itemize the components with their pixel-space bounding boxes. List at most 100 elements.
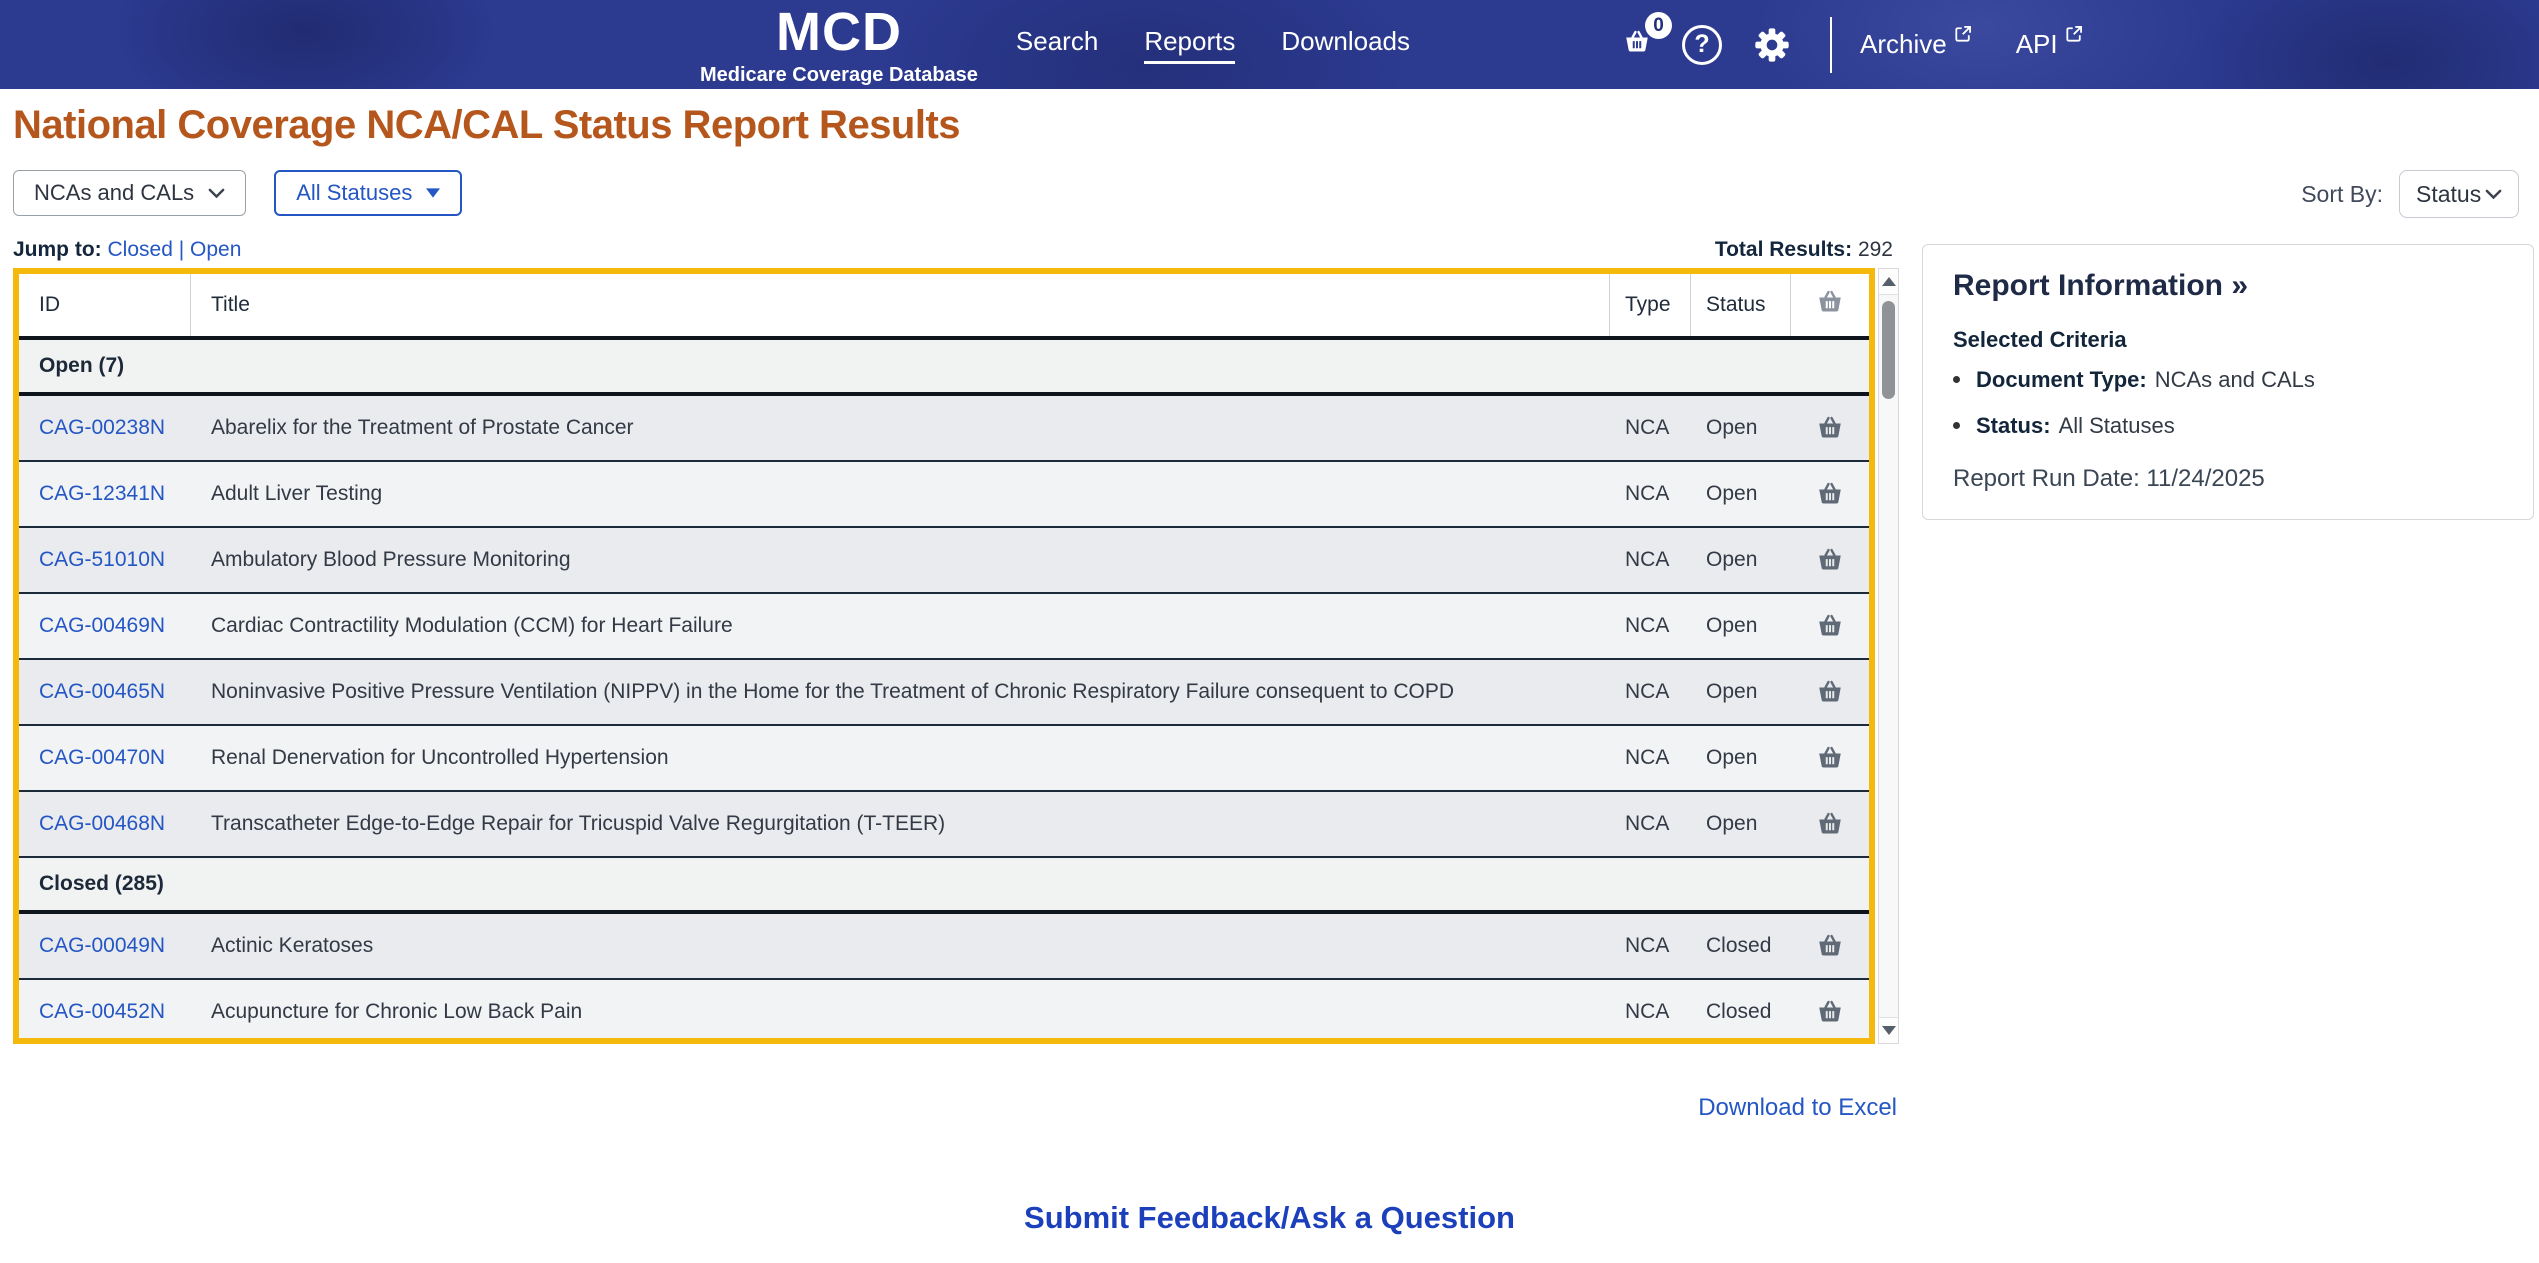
column-header-basket[interactable] bbox=[1791, 274, 1869, 336]
jump-to-closed-link[interactable]: Closed bbox=[108, 238, 173, 261]
download-to-excel-link[interactable]: Download to Excel bbox=[1698, 1094, 1897, 1122]
status-cell: Open bbox=[1706, 812, 1758, 835]
status-cell: Open bbox=[1706, 548, 1758, 571]
table-body: Open (7) CAG-00238N Abarelix for the Treat… bbox=[19, 340, 1869, 1038]
nav-link-api[interactable]: API bbox=[2015, 26, 2083, 60]
add-to-basket-button[interactable] bbox=[1791, 612, 1869, 640]
title-cell: Noninvasive Positive Pressure Ventilatio… bbox=[211, 680, 1455, 703]
table-row: CAG-12341N Adult Liver Testing NCA Open bbox=[19, 462, 1869, 528]
column-header-type[interactable]: Type bbox=[1610, 274, 1691, 336]
nav-icons: 0 ? bbox=[1622, 12, 1792, 65]
submit-feedback-link[interactable]: Submit Feedback/Ask a Question bbox=[1024, 1200, 1515, 1235]
document-id-link[interactable]: CAG-00470N bbox=[39, 746, 165, 769]
status-cell: Open bbox=[1706, 482, 1758, 505]
nav-external-links: Archive API bbox=[1860, 26, 2083, 60]
nav-links: Search Reports Downloads bbox=[1016, 26, 1410, 64]
table-row: CAG-00468N Transcatheter Edge-to-Edge Rep… bbox=[19, 792, 1869, 858]
document-type-dropdown[interactable]: NCAs and CALs bbox=[13, 170, 247, 216]
jump-to-open-link[interactable]: Open bbox=[190, 238, 241, 261]
column-header-status[interactable]: Status bbox=[1691, 274, 1791, 336]
title-cell: Transcatheter Edge-to-Edge Repair for Tr… bbox=[211, 812, 946, 835]
sort-by-label: Sort By: bbox=[2301, 180, 2383, 207]
nav-link-reports[interactable]: Reports bbox=[1144, 26, 1236, 64]
report-run-date: Report Run Date: 11/24/2025 bbox=[1953, 465, 2265, 492]
id-cell: CAG-00469N bbox=[19, 614, 191, 638]
nav-link-archive[interactable]: Archive bbox=[1860, 26, 1972, 60]
document-id-link[interactable]: CAG-00238N bbox=[39, 416, 165, 439]
help-icon[interactable]: ? bbox=[1682, 24, 1722, 65]
caret-down-icon bbox=[426, 188, 441, 198]
basket-icon[interactable]: 0 bbox=[1622, 12, 1672, 61]
sort-by: Sort By: Status bbox=[2301, 170, 2519, 218]
id-cell: CAG-00452N bbox=[19, 1000, 191, 1024]
criteria-value: NCAs and CALs bbox=[2154, 367, 2315, 392]
add-to-basket-button[interactable] bbox=[1791, 998, 1869, 1026]
external-link-icon bbox=[2066, 26, 2082, 42]
id-cell: CAG-51010N bbox=[19, 548, 191, 572]
add-to-basket-button[interactable] bbox=[1791, 932, 1869, 960]
api-label: API bbox=[2015, 29, 2058, 59]
nav-link-search[interactable]: Search bbox=[1016, 26, 1098, 64]
document-id-link[interactable]: CAG-51010N bbox=[39, 548, 165, 571]
title-cell: Adult Liver Testing bbox=[211, 482, 383, 505]
document-id-link[interactable]: CAG-00469N bbox=[39, 614, 165, 637]
add-to-basket-button[interactable] bbox=[1791, 480, 1869, 508]
scrollbar-thumb[interactable] bbox=[1882, 301, 1895, 399]
table-row: CAG-00470N Renal Denervation for Uncontro… bbox=[19, 726, 1869, 792]
title-cell: Renal Denervation for Uncontrolled Hyper… bbox=[211, 746, 669, 769]
arrow-down-icon bbox=[1881, 1026, 1896, 1035]
add-to-basket-button[interactable] bbox=[1791, 546, 1869, 574]
status-cell: Open bbox=[1706, 416, 1758, 439]
results-table: ID Title Type Status Open (7) CAG-00238N A… bbox=[13, 268, 1875, 1044]
table-row: CAG-51010N Ambulatory Blood Pressure Moni… bbox=[19, 528, 1869, 594]
type-cell: NCA bbox=[1625, 812, 1670, 835]
filter-bar: NCAs and CALs All Statuses bbox=[13, 170, 463, 216]
sort-by-value: Status bbox=[2416, 180, 2482, 207]
column-header-title[interactable]: Title bbox=[191, 274, 1610, 336]
selected-criteria-heading: Selected Criteria bbox=[1953, 327, 2127, 352]
id-cell: CAG-12341N bbox=[19, 482, 191, 506]
table-scrollbar[interactable] bbox=[1878, 268, 1899, 1044]
archive-label: Archive bbox=[1860, 29, 1947, 59]
criteria-list: Document Type: NCAs and CALs Status: All S… bbox=[1953, 367, 2503, 439]
table-row: CAG-00049N Actinic Keratoses NCA Closed bbox=[19, 914, 1869, 980]
gear-icon[interactable] bbox=[1752, 25, 1792, 65]
scrollbar-up-button[interactable] bbox=[1879, 269, 1898, 295]
id-cell: CAG-00468N bbox=[19, 812, 191, 836]
criteria-item-document-type: Document Type: NCAs and CALs bbox=[1953, 367, 2503, 393]
criteria-value: All Statuses bbox=[2058, 413, 2175, 438]
type-cell: NCA bbox=[1625, 548, 1670, 571]
status-cell: Closed bbox=[1706, 1000, 1772, 1023]
document-id-link[interactable]: CAG-00049N bbox=[39, 934, 165, 957]
section-header-row: Open (7) bbox=[19, 340, 1869, 396]
add-to-basket-button[interactable] bbox=[1791, 810, 1869, 838]
add-to-basket-button[interactable] bbox=[1791, 678, 1869, 706]
status-filter-dropdown[interactable]: All Statuses bbox=[274, 170, 463, 216]
section-header-row: Closed (285) bbox=[19, 858, 1869, 914]
sort-by-dropdown[interactable]: Status bbox=[2399, 170, 2519, 218]
add-to-basket-button[interactable] bbox=[1791, 744, 1869, 772]
status-filter-value: All Statuses bbox=[296, 180, 413, 205]
scrollbar-down-button[interactable] bbox=[1879, 1017, 1898, 1043]
add-to-basket-button[interactable] bbox=[1791, 414, 1869, 442]
bullet-icon bbox=[1953, 422, 1960, 429]
mcd-logo[interactable]: MCD Medicare Coverage Database bbox=[700, 5, 978, 85]
report-information-title[interactable]: Report Information » bbox=[1953, 269, 2503, 303]
table-row: CAG-00469N Cardiac Contractility Modulati… bbox=[19, 594, 1869, 660]
title-cell: Abarelix for the Treatment of Prostate C… bbox=[211, 416, 634, 439]
type-cell: NCA bbox=[1625, 482, 1670, 505]
column-header-id[interactable]: ID bbox=[19, 274, 191, 336]
type-cell: NCA bbox=[1625, 746, 1670, 769]
criteria-label: Status: bbox=[1976, 413, 2051, 438]
nav-link-downloads[interactable]: Downloads bbox=[1281, 26, 1410, 64]
document-id-link[interactable]: CAG-00465N bbox=[39, 680, 165, 703]
table-row: CAG-00452N Acupuncture for Chronic Low Ba… bbox=[19, 980, 1869, 1038]
document-id-link[interactable]: CAG-00468N bbox=[39, 812, 165, 835]
logo-title: MCD bbox=[775, 1, 902, 62]
document-id-link[interactable]: CAG-00452N bbox=[39, 1000, 165, 1023]
jump-to: Jump to: Closed | Open bbox=[13, 238, 241, 262]
basket-icon bbox=[1815, 288, 1845, 322]
document-id-link[interactable]: CAG-12341N bbox=[39, 482, 165, 505]
title-cell: Ambulatory Blood Pressure Monitoring bbox=[211, 548, 571, 571]
report-information-panel: Report Information » Selected Criteria D… bbox=[1922, 244, 2534, 520]
